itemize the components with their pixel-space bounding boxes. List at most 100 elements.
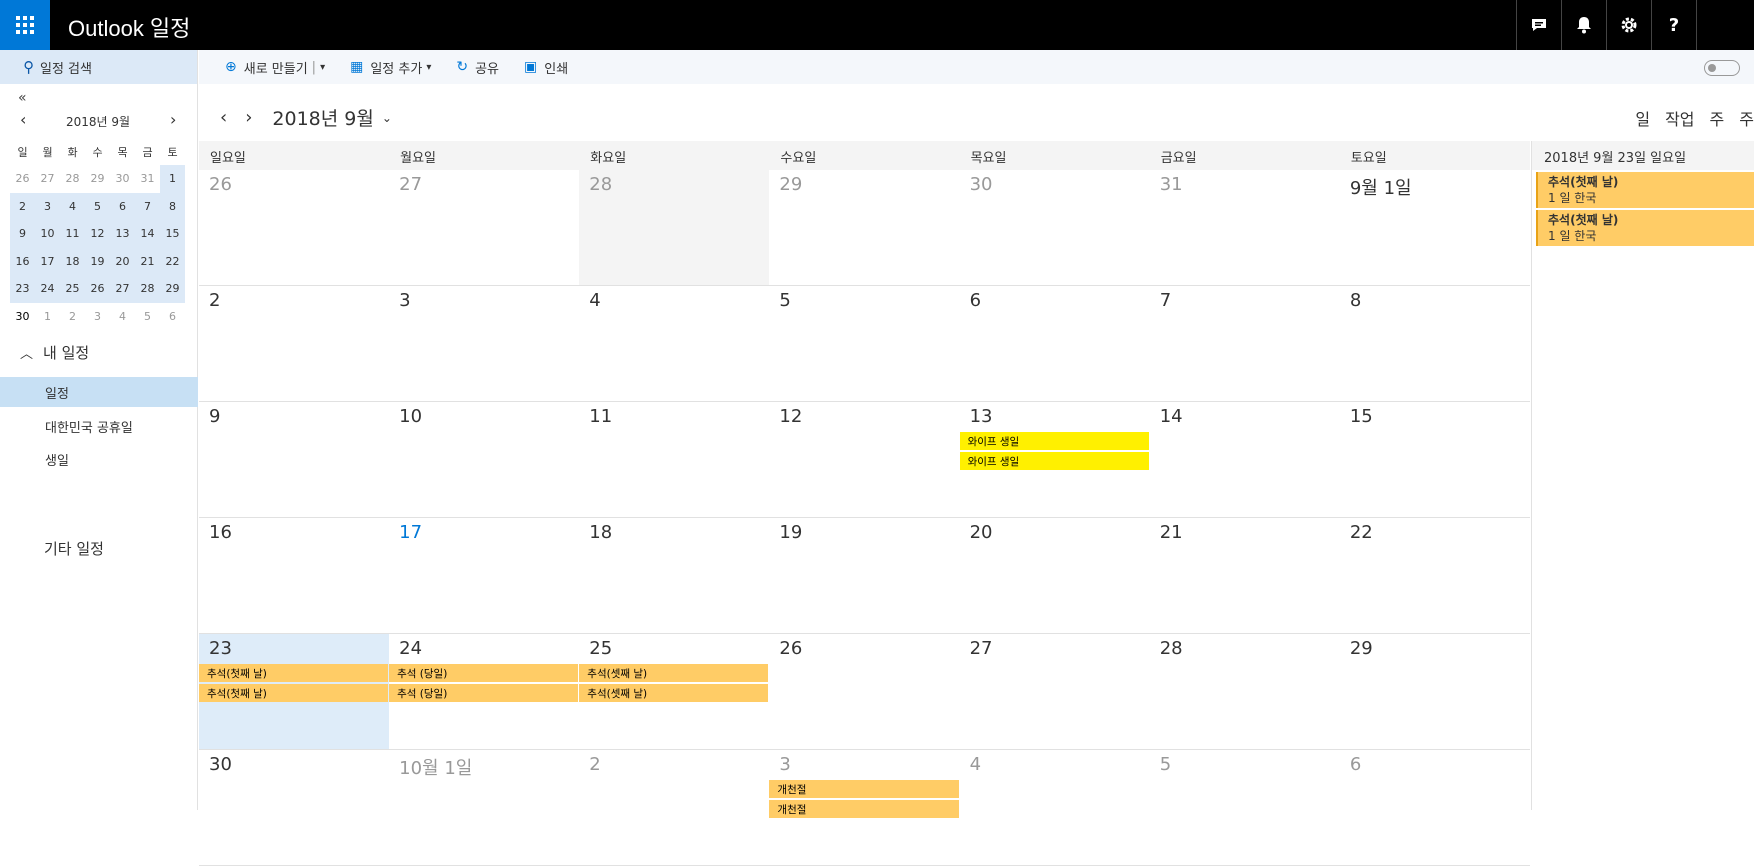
day-cell[interactable]: 23 추석(첫째 날) 추석(첫째 날) xyxy=(199,634,390,750)
mini-day[interactable]: 5 xyxy=(135,303,160,331)
day-cell[interactable]: 15 xyxy=(1339,402,1530,518)
chat-icon[interactable] xyxy=(1516,0,1561,50)
mini-day[interactable]: 29 xyxy=(85,165,110,193)
view-month[interactable]: 주 xyxy=(1739,106,1754,130)
day-cell[interactable]: 2 xyxy=(199,286,390,402)
mini-day[interactable]: 6 xyxy=(160,303,185,331)
mini-prev-month-icon[interactable]: ‹ xyxy=(20,110,26,129)
chevron-down-icon[interactable]: ⌄ xyxy=(382,111,392,125)
day-cell[interactable]: 18 xyxy=(579,518,770,634)
mini-day[interactable]: 4 xyxy=(60,192,85,220)
search-box[interactable]: ⚲ 일정 검색 xyxy=(0,50,197,84)
mini-day[interactable]: 28 xyxy=(135,275,160,303)
day-cell[interactable]: 16 xyxy=(199,518,390,634)
day-cell[interactable]: 6 xyxy=(1339,750,1530,866)
calendar-event[interactable]: 추석(셋째 날) xyxy=(579,684,769,702)
mini-day[interactable]: 3 xyxy=(85,303,110,331)
day-cell[interactable]: 3 xyxy=(389,286,580,402)
calendar-event[interactable]: 추석 (당일) xyxy=(389,664,579,682)
mini-day[interactable]: 11 xyxy=(60,220,85,248)
day-cell[interactable]: 2 xyxy=(579,750,770,866)
day-cell[interactable]: 28 xyxy=(579,170,770,286)
mini-day[interactable]: 27 xyxy=(35,165,60,193)
day-cell[interactable]: 4 xyxy=(579,286,770,402)
day-cell[interactable]: 10 xyxy=(389,402,580,518)
day-cell[interactable]: 31 xyxy=(1149,170,1340,286)
chevron-down-icon[interactable]: ▾ xyxy=(320,62,325,73)
mini-day[interactable]: 10 xyxy=(35,220,60,248)
share-button[interactable]: ↻ 공유 xyxy=(456,58,499,77)
mini-day[interactable]: 22 xyxy=(160,247,185,275)
day-cell[interactable]: 30 xyxy=(959,170,1150,286)
mini-day[interactable]: 18 xyxy=(60,247,85,275)
day-cell[interactable]: 25 추석(셋째 날) 추석(셋째 날) xyxy=(579,634,770,750)
mini-day[interactable]: 12 xyxy=(85,220,110,248)
day-cell[interactable]: 22 xyxy=(1339,518,1530,634)
mini-day[interactable]: 2 xyxy=(60,303,85,331)
next-month-icon[interactable]: › xyxy=(245,107,252,128)
calendar-event[interactable]: 추석(셋째 날) xyxy=(579,664,769,682)
day-panel-event[interactable]: 추석(첫째 날) 1 일 한국 xyxy=(1536,172,1754,208)
day-cell[interactable]: 9 xyxy=(199,402,390,518)
mini-day[interactable]: 1 xyxy=(160,165,185,193)
mini-day[interactable]: 31 xyxy=(135,165,160,193)
month-title[interactable]: 2018년 9월 xyxy=(272,104,373,131)
day-cell[interactable]: 29 xyxy=(769,170,960,286)
day-cell[interactable]: 6 xyxy=(959,286,1150,402)
day-cell[interactable]: 3 개천절 개천절 xyxy=(769,750,960,866)
calendar-event[interactable]: 개천절 xyxy=(769,780,959,798)
mini-day[interactable]: 25 xyxy=(60,275,85,303)
mini-day[interactable]: 9 xyxy=(10,220,35,248)
mini-day[interactable]: 27 xyxy=(110,275,135,303)
day-cell[interactable]: 27 xyxy=(959,634,1150,750)
mini-day[interactable]: 5 xyxy=(85,192,110,220)
account-button[interactable] xyxy=(1696,0,1754,50)
mini-day[interactable]: 6 xyxy=(110,192,135,220)
mini-day[interactable]: 13 xyxy=(110,220,135,248)
day-cell[interactable]: 20 xyxy=(959,518,1150,634)
mini-day[interactable]: 3 xyxy=(35,192,60,220)
day-cell[interactable]: 5 xyxy=(769,286,960,402)
mini-day[interactable]: 7 xyxy=(135,192,160,220)
day-cell[interactable]: 13 와이프 생일 와이프 생일 xyxy=(959,402,1150,518)
mini-day[interactable]: 26 xyxy=(85,275,110,303)
day-cell[interactable]: 9월 1일 xyxy=(1339,170,1530,286)
calendar-event[interactable]: 추석(첫째 날) xyxy=(199,664,389,682)
mini-next-month-icon[interactable]: › xyxy=(170,110,176,129)
day-cell[interactable]: 26 xyxy=(199,170,390,286)
mini-day[interactable]: 19 xyxy=(85,247,110,275)
calendar-item-default[interactable]: 일정 xyxy=(0,377,198,407)
mini-day[interactable]: 15 xyxy=(160,220,185,248)
toggle-switch[interactable] xyxy=(1704,60,1740,76)
mini-day[interactable]: 17 xyxy=(35,247,60,275)
day-cell[interactable]: 7 xyxy=(1149,286,1340,402)
new-button[interactable]: ⊕ 새로 만들기 | ▾ xyxy=(225,58,325,77)
mini-day[interactable]: 28 xyxy=(60,165,85,193)
day-cell[interactable]: 27 xyxy=(389,170,580,286)
calendar-item-holidays[interactable]: 대한민국 공휴일 xyxy=(0,411,198,441)
day-cell[interactable]: 17 xyxy=(389,518,580,634)
mini-day[interactable]: 29 xyxy=(160,275,185,303)
my-calendars-header[interactable]: ︿ 내 일정 xyxy=(20,342,89,363)
mini-day[interactable]: 2 xyxy=(10,192,35,220)
day-cell[interactable]: 29 xyxy=(1339,634,1530,750)
day-cell[interactable]: 24 추석 (당일) 추석 (당일) xyxy=(389,634,580,750)
search-input[interactable]: 일정 검색 xyxy=(40,58,92,77)
mini-day[interactable]: 21 xyxy=(135,247,160,275)
calendar-item-birthdays[interactable]: 생일 xyxy=(0,444,198,474)
mini-day[interactable]: 20 xyxy=(110,247,135,275)
day-cell[interactable]: 12 xyxy=(769,402,960,518)
calendar-event[interactable]: 추석(첫째 날) xyxy=(199,684,389,702)
view-day[interactable]: 일 xyxy=(1635,106,1650,130)
day-cell[interactable]: 28 xyxy=(1149,634,1340,750)
day-cell[interactable]: 19 xyxy=(769,518,960,634)
day-cell[interactable]: 8 xyxy=(1339,286,1530,402)
collapse-sidebar-button[interactable]: « xyxy=(18,90,27,106)
day-cell[interactable]: 14 xyxy=(1149,402,1340,518)
mini-day[interactable]: 30 xyxy=(10,302,35,330)
gear-icon[interactable] xyxy=(1606,0,1651,50)
calendar-event[interactable]: 추석 (당일) xyxy=(389,684,579,702)
day-cell[interactable]: 30 xyxy=(199,750,390,866)
day-cell[interactable]: 26 xyxy=(769,634,960,750)
view-workweek[interactable]: 작업 xyxy=(1665,106,1694,130)
